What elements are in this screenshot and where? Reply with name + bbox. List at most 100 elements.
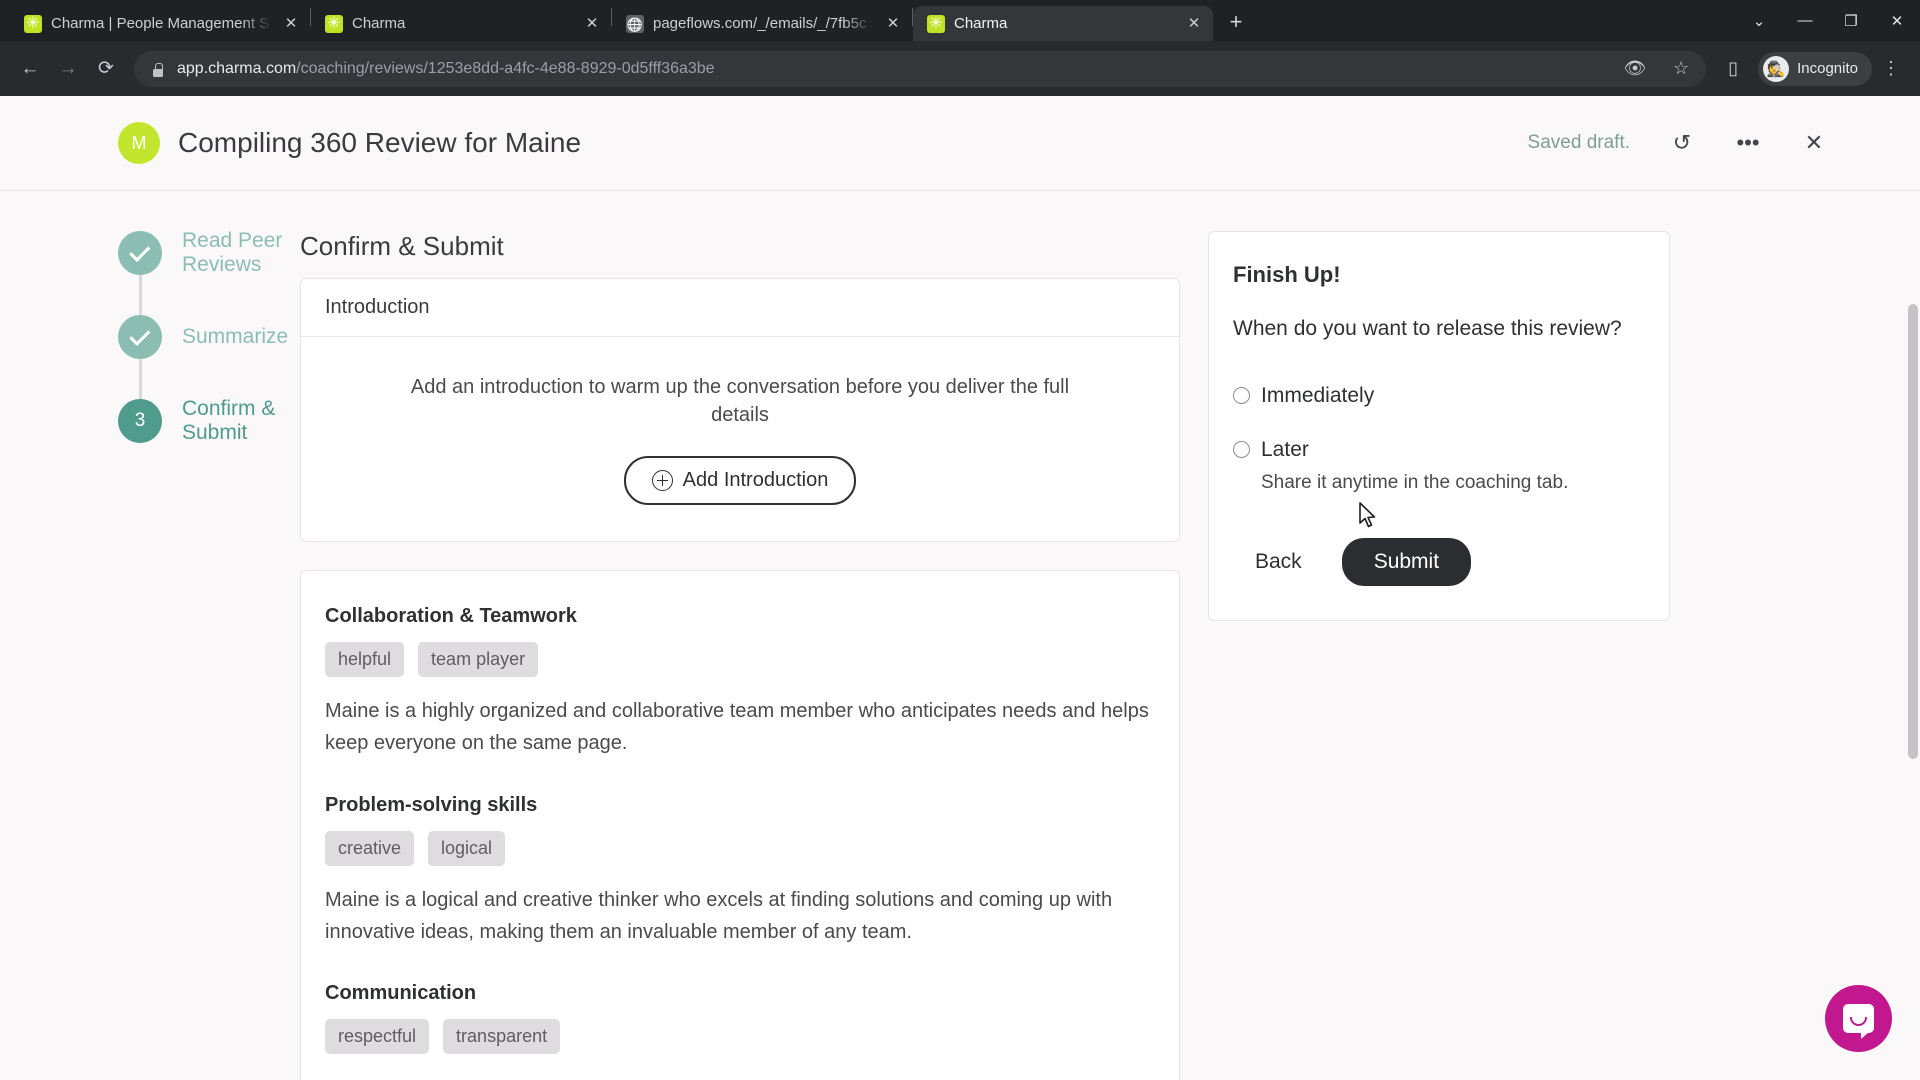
message-bubble-icon — [1843, 1004, 1874, 1039]
competency-block: Communication respectful transparent — [325, 982, 1155, 1055]
panel-actions: Back Submit — [1233, 537, 1645, 586]
tab-title: Charma — [352, 15, 406, 32]
incognito-profile-button[interactable]: 🕵 Incognito — [1758, 51, 1872, 86]
tab-title: Charma | People Management S — [51, 15, 270, 32]
tag-chip: helpful — [325, 641, 405, 677]
back-button[interactable]: Back — [1255, 550, 1302, 574]
app-header: M Compiling 360 Review for Maine Saved d… — [0, 96, 1920, 191]
plus-circle-icon — [651, 469, 673, 491]
new-tab-button[interactable]: + — [1219, 6, 1253, 40]
url-text: app.charma.com/coaching/reviews/1253e8dd… — [177, 60, 1606, 78]
window-controls: ⌄ — ❐ ✕ — [1736, 0, 1920, 41]
progress-stepper: Read Peer Reviews Summarize 3 Confirm & … — [0, 229, 300, 1080]
tab-title: Charma — [954, 15, 1008, 32]
competency-title: Communication — [325, 982, 477, 1005]
release-helper-text: Share it anytime in the coaching tab. — [1261, 471, 1569, 493]
back-icon[interactable]: ← — [12, 51, 48, 87]
forward-icon[interactable]: → — [50, 51, 86, 87]
submit-button[interactable]: Submit — [1341, 537, 1472, 586]
radio-button-icon[interactable] — [1233, 387, 1250, 405]
page-title: Compiling 360 Review for Maine — [178, 127, 582, 158]
add-introduction-button[interactable]: Add Introduction — [623, 455, 857, 505]
tab-title: pageflows.com/_/emails/_/7fb5c — [653, 15, 867, 32]
intercom-launcher-button[interactable] — [1825, 985, 1892, 1052]
right-column: Finish Up! When do you want to release t… — [1180, 231, 1920, 1080]
saved-status: Saved draft. — [1527, 132, 1630, 153]
url-path: /coaching/reviews/1253e8dd-a4fc-4e88-892… — [296, 59, 715, 77]
more-options-icon[interactable]: ••• — [1734, 130, 1762, 156]
scrollbar-track[interactable] — [1905, 192, 1920, 1080]
competency-block: Problem-solving skills creative logical … — [325, 794, 1155, 949]
tag-chip: logical — [428, 830, 506, 866]
finish-up-heading: Finish Up! — [1233, 262, 1341, 287]
tab-close-icon[interactable]: ✕ — [1184, 14, 1204, 34]
release-question: When do you want to release this review? — [1233, 317, 1622, 340]
competency-block: Collaboration & Teamwork helpful team pl… — [325, 605, 1155, 760]
tracking-protection-icon[interactable]: 👁 — [1618, 52, 1652, 86]
maximize-icon[interactable]: ❐ — [1828, 0, 1874, 41]
competencies-card: Collaboration & Teamwork helpful team pl… — [300, 569, 1180, 1080]
step-connector — [139, 359, 142, 399]
competency-tags: respectful transparent — [325, 1019, 1155, 1055]
tab-close-icon[interactable]: ✕ — [883, 14, 903, 34]
step-label: Read Peer Reviews — [182, 229, 283, 276]
tab-strip: Charma | People Management S ✕ Charma ✕ … — [0, 0, 1920, 41]
radio-label: Later — [1261, 437, 1309, 461]
url-domain: app.charma.com — [177, 59, 297, 77]
address-bar[interactable]: app.charma.com/coaching/reviews/1253e8dd… — [134, 50, 1707, 87]
radio-option-later[interactable]: Later — [1233, 438, 1645, 462]
radio-option-immediately[interactable]: Immediately — [1233, 384, 1645, 408]
incognito-icon: 🕵 — [1763, 55, 1790, 82]
competency-text: Maine is a logical and creative thinker … — [325, 888, 1113, 943]
tag-chip: respectful — [325, 1019, 430, 1055]
tag-chip: creative — [325, 830, 415, 866]
close-review-icon[interactable]: ✕ — [1800, 130, 1828, 156]
competency-title: Problem-solving skills — [325, 793, 538, 816]
header-actions: Saved draft. ↺ ••• ✕ — [1528, 130, 1828, 156]
competency-tags: creative logical — [325, 830, 1155, 866]
finish-up-panel: Finish Up! When do you want to release t… — [1208, 231, 1670, 621]
browser-tab-2[interactable]: Charma ✕ — [311, 6, 611, 41]
competency-tags: helpful team player — [325, 641, 1155, 677]
section-title: Confirm & Submit — [300, 231, 504, 261]
reload-icon[interactable]: ⟳ — [88, 51, 124, 87]
browser-toolbar: ← → ⟳ app.charma.com/coaching/reviews/12… — [0, 41, 1920, 96]
tab-close-icon[interactable]: ✕ — [582, 14, 602, 34]
lock-icon — [151, 61, 165, 77]
tag-chip: team player — [418, 641, 539, 677]
charma-favicon-icon — [325, 14, 343, 33]
scrollbar-thumb[interactable] — [1908, 304, 1918, 759]
charma-favicon-icon — [24, 14, 42, 33]
browser-tab-1[interactable]: Charma | People Management S ✕ — [10, 6, 310, 41]
page-body: Read Peer Reviews Summarize 3 Confirm & … — [0, 191, 1920, 1080]
introduction-card-title: Introduction — [301, 279, 1179, 337]
tag-chip: transparent — [443, 1019, 561, 1055]
step-check-icon — [118, 231, 162, 275]
bookmark-star-icon[interactable]: ☆ — [1664, 52, 1698, 86]
sidebar-item-read-peer-reviews[interactable]: Read Peer Reviews — [118, 229, 300, 276]
step-label: Confirm & Submit — [182, 397, 276, 444]
tab-search-icon[interactable]: ⌄ — [1736, 0, 1782, 41]
history-icon[interactable]: ↺ — [1668, 130, 1696, 156]
chrome-menu-icon[interactable]: ⋮ — [1874, 52, 1908, 86]
minimize-icon[interactable]: — — [1782, 0, 1828, 41]
page-content: M Compiling 360 Review for Maine Saved d… — [0, 96, 1920, 1080]
main-column: Confirm & Submit Introduction Add an int… — [300, 231, 1180, 1080]
step-number-badge: 3 — [118, 399, 162, 443]
globe-favicon-icon — [626, 14, 644, 33]
radio-label: Immediately — [1261, 383, 1375, 407]
tab-close-icon[interactable]: ✕ — [281, 14, 301, 34]
sidebar-item-confirm-submit[interactable]: 3 Confirm & Submit — [118, 397, 300, 444]
window-close-icon[interactable]: ✕ — [1874, 0, 1920, 41]
step-check-icon — [118, 315, 162, 359]
add-introduction-label: Add Introduction — [682, 468, 829, 491]
step-label: Summarize — [182, 325, 289, 348]
competency-title: Collaboration & Teamwork — [325, 604, 577, 627]
browser-tab-3[interactable]: pageflows.com/_/emails/_/7fb5c ✕ — [612, 6, 912, 41]
sidebar-item-summarize[interactable]: Summarize — [118, 315, 300, 359]
browser-tab-4-active[interactable]: Charma ✕ — [913, 6, 1213, 41]
radio-button-icon[interactable] — [1233, 441, 1250, 459]
introduction-card-body: Add an introduction to warm up the conve… — [301, 337, 1179, 541]
side-panel-icon[interactable]: ▯ — [1716, 52, 1750, 86]
browser-window: Charma | People Management S ✕ Charma ✕ … — [0, 0, 1920, 1080]
